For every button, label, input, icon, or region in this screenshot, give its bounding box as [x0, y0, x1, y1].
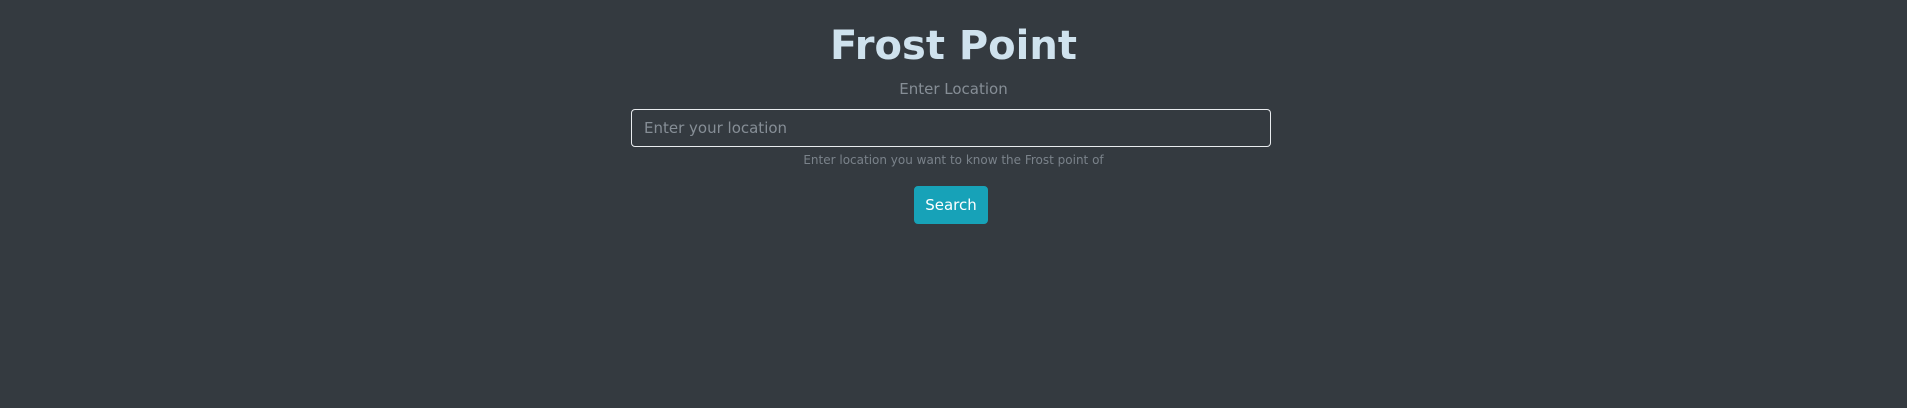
location-input-wrapper	[631, 109, 1271, 147]
location-help-text: Enter location you want to know the Fros…	[803, 153, 1104, 167]
location-input[interactable]	[631, 109, 1271, 147]
search-button[interactable]: Search	[914, 186, 988, 224]
page-title: Frost Point	[830, 23, 1077, 69]
main-container: Frost Point Enter Location Enter locatio…	[0, 0, 1907, 408]
location-label: Enter Location	[899, 80, 1008, 98]
